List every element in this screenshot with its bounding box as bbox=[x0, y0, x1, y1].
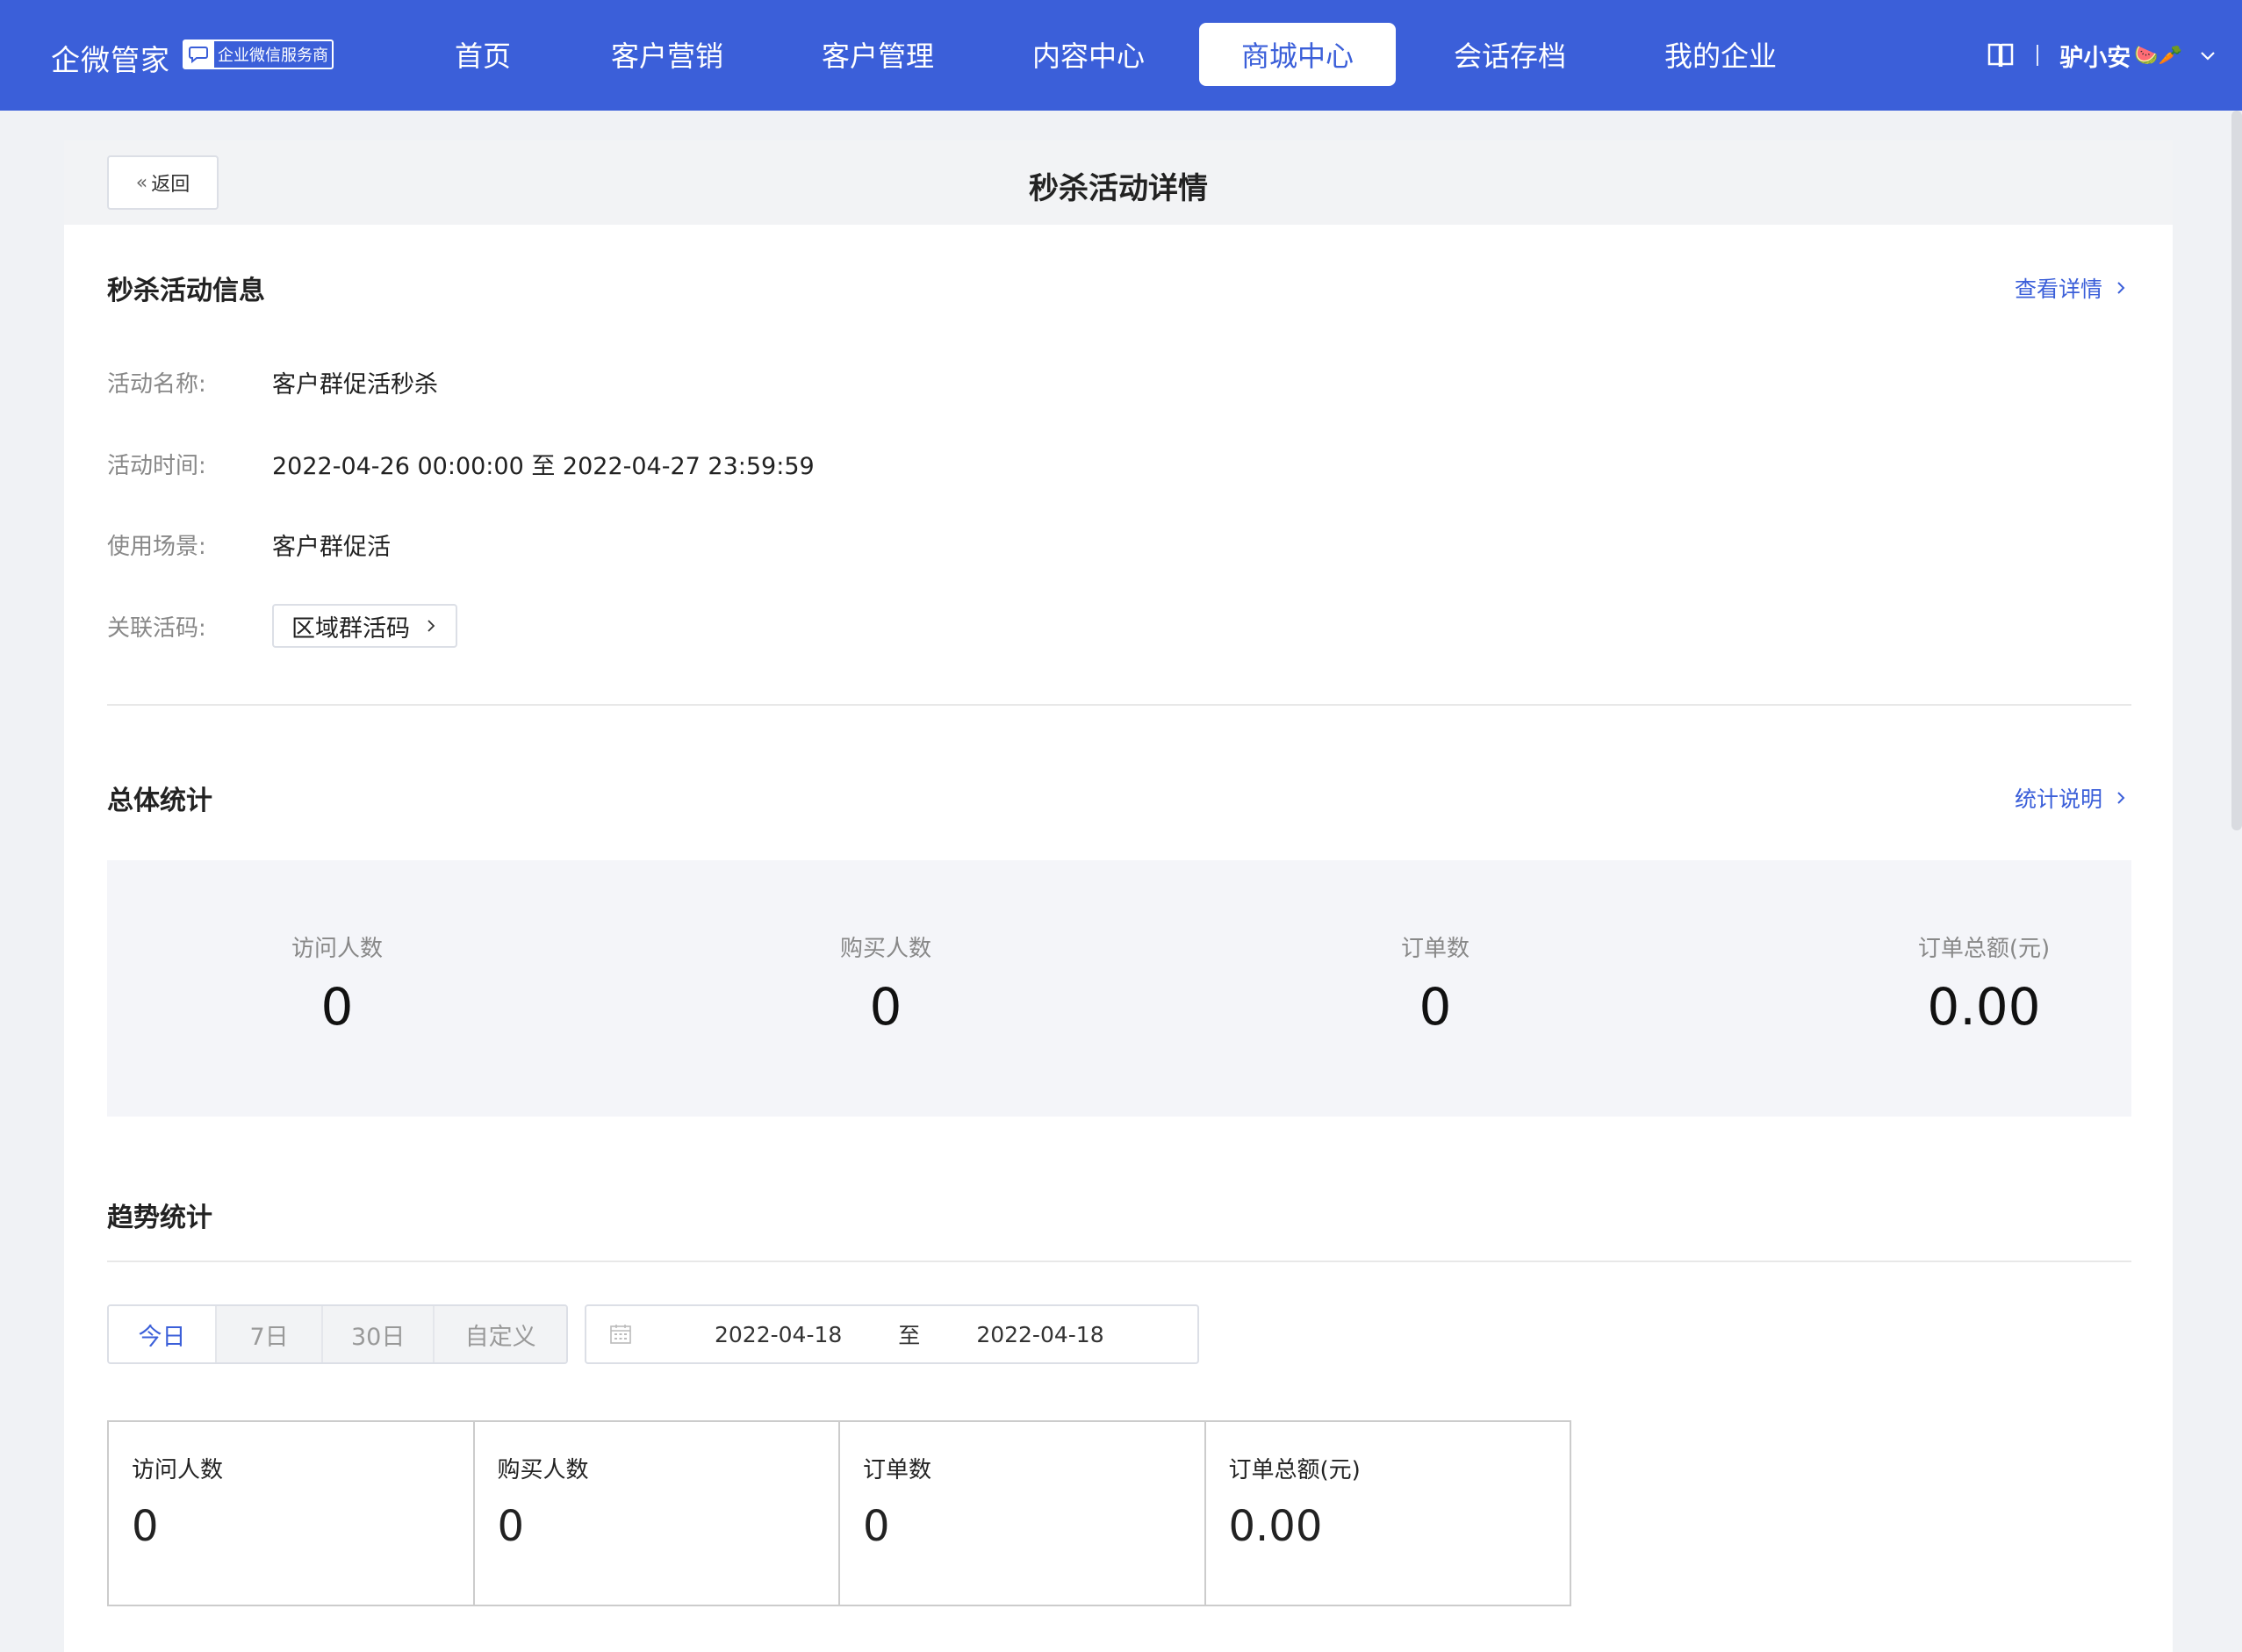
info-label: 活动名称: bbox=[107, 370, 206, 398]
view-detail-link[interactable]: 查看详情 bbox=[2015, 272, 2129, 304]
info-label: 使用场景: bbox=[107, 533, 206, 560]
stat-label: 订单数 bbox=[1400, 936, 1470, 962]
overall-section-title: 总体统计 bbox=[107, 786, 212, 816]
stat-label: 订单总额(元) bbox=[1917, 936, 2051, 962]
chevron-down-icon[interactable] bbox=[2198, 46, 2217, 65]
divider bbox=[2037, 45, 2039, 66]
page-title: 秒杀活动详情 bbox=[1029, 171, 1208, 206]
detail-card: « 返回 秒杀活动详情 秒杀活动信息 查看详情 活动名称: 客户群促活秒杀 活动… bbox=[64, 140, 2173, 1652]
trend-stat-total-amount: 订单总额(元) 0.00 bbox=[1204, 1422, 1570, 1605]
book-icon[interactable] bbox=[1986, 40, 2016, 70]
stat-value: 0 bbox=[132, 1502, 159, 1551]
stat-value: 0 bbox=[497, 1502, 525, 1551]
brand-badge: 企业微信服务商 bbox=[183, 40, 334, 69]
calendar-icon bbox=[610, 1325, 631, 1344]
livecode-label: 区域群活码 bbox=[291, 614, 410, 643]
info-value: 客户群促活 bbox=[272, 533, 391, 561]
brand-name[interactable]: 企微管家 bbox=[51, 37, 170, 79]
section-divider bbox=[107, 1261, 2131, 1262]
nav-mall-center[interactable]: 商城中心 bbox=[1199, 23, 1396, 86]
user-name[interactable]: 驴小安 bbox=[2059, 39, 2131, 73]
date-range-picker[interactable]: 2022-04-18 至 2022-04-18 bbox=[585, 1304, 1199, 1364]
stat-value: 0 bbox=[869, 977, 902, 1037]
view-detail-label: 查看详情 bbox=[2014, 277, 2102, 302]
stat-buyers: 购买人数 0 bbox=[710, 930, 1061, 1037]
info-row-livecode: 关联活码: 区域群活码 bbox=[107, 604, 457, 648]
info-row-name: 活动名称: 客户群促活秒杀 bbox=[107, 360, 438, 404]
stat-value: 0.00 bbox=[1228, 1502, 1323, 1551]
date-separator: 至 bbox=[898, 1323, 921, 1348]
livecode-link-button[interactable]: 区域群活码 bbox=[272, 604, 457, 648]
top-navbar: 企微管家 企业微信服务商 首页 客户营销 客户管理 内容中心 商城中心 会话存档… bbox=[0, 0, 2242, 111]
date-range-tabs: 今日 7日 30日 自定义 bbox=[107, 1304, 568, 1364]
date-end[interactable]: 2022-04-18 bbox=[976, 1322, 1103, 1347]
card-header: « 返回 秒杀活动详情 bbox=[64, 140, 2173, 225]
trend-stat-buyers: 购买人数 0 bbox=[472, 1422, 839, 1605]
stat-total-amount: 订单总额(元) 0.00 bbox=[1808, 930, 2159, 1037]
nav-chat-archive[interactable]: 会话存档 bbox=[1440, 23, 1580, 86]
chat-bubble-icon bbox=[184, 41, 214, 68]
info-section-title: 秒杀活动信息 bbox=[107, 276, 265, 306]
stat-label: 访问人数 bbox=[132, 1457, 224, 1483]
range-tab-7d[interactable]: 7日 bbox=[215, 1306, 322, 1362]
date-start[interactable]: 2022-04-18 bbox=[715, 1322, 842, 1347]
info-row-scene: 使用场景: 客户群促活 bbox=[107, 522, 391, 566]
stat-label: 购买人数 bbox=[497, 1457, 589, 1483]
stats-explain-link[interactable]: 统计说明 bbox=[2015, 782, 2129, 814]
stat-orders: 订单数 0 bbox=[1260, 930, 1611, 1037]
trend-section-title: 趋势统计 bbox=[107, 1203, 212, 1233]
overall-stats-panel: 访问人数 0 购买人数 0 订单数 0 订单总额(元) 0.00 bbox=[107, 860, 2131, 1117]
page-scrollbar[interactable] bbox=[2231, 111, 2242, 830]
info-value: 客户群促活秒杀 bbox=[272, 370, 438, 399]
nav-customer-marketing[interactable]: 客户营销 bbox=[597, 23, 737, 86]
stat-label: 购买人数 bbox=[839, 936, 931, 962]
nav-customer-management[interactable]: 客户管理 bbox=[808, 23, 948, 86]
brand-badge-label: 企业微信服务商 bbox=[218, 47, 328, 65]
user-emoji: 🍉🥕 bbox=[2134, 44, 2182, 67]
stat-value: 0 bbox=[1419, 977, 1452, 1037]
trend-stat-orders: 订单数 0 bbox=[838, 1422, 1204, 1605]
info-label: 活动时间: bbox=[107, 452, 206, 479]
section-divider bbox=[107, 704, 2131, 706]
info-value: 2022-04-26 00:00:00 至 2022-04-27 23:59:5… bbox=[272, 452, 815, 480]
stat-value: 0 bbox=[320, 977, 354, 1037]
nav-my-enterprise[interactable]: 我的企业 bbox=[1650, 23, 1791, 86]
range-tab-custom[interactable]: 自定义 bbox=[433, 1306, 566, 1362]
stat-value: 0.00 bbox=[1927, 977, 2041, 1037]
stat-label: 访问人数 bbox=[291, 936, 383, 962]
stat-value: 0 bbox=[863, 1502, 890, 1551]
info-row-time: 活动时间: 2022-04-26 00:00:00 至 2022-04-27 2… bbox=[107, 442, 815, 485]
trend-stat-visitors: 访问人数 0 bbox=[109, 1422, 473, 1605]
chevron-right-icon bbox=[2117, 792, 2125, 804]
info-label: 关联活码: bbox=[107, 614, 206, 642]
nav-home[interactable]: 首页 bbox=[413, 23, 553, 86]
range-tab-today[interactable]: 今日 bbox=[109, 1306, 216, 1362]
user-area: 驴小安 🍉🥕 bbox=[1986, 35, 2217, 75]
chevron-right-icon bbox=[2117, 282, 2125, 294]
range-tab-30d[interactable]: 30日 bbox=[321, 1306, 434, 1362]
stat-label: 订单数 bbox=[863, 1457, 932, 1483]
trend-stats-table: 访问人数 0 购买人数 0 订单数 0 订单总额(元) 0.00 bbox=[107, 1420, 1571, 1606]
stats-explain-label: 统计说明 bbox=[2014, 786, 2102, 812]
stat-label: 订单总额(元) bbox=[1228, 1457, 1361, 1483]
nav-content-center[interactable]: 内容中心 bbox=[1018, 23, 1159, 86]
stat-visitors: 访问人数 0 bbox=[162, 930, 513, 1037]
chevron-right-icon bbox=[428, 620, 435, 632]
